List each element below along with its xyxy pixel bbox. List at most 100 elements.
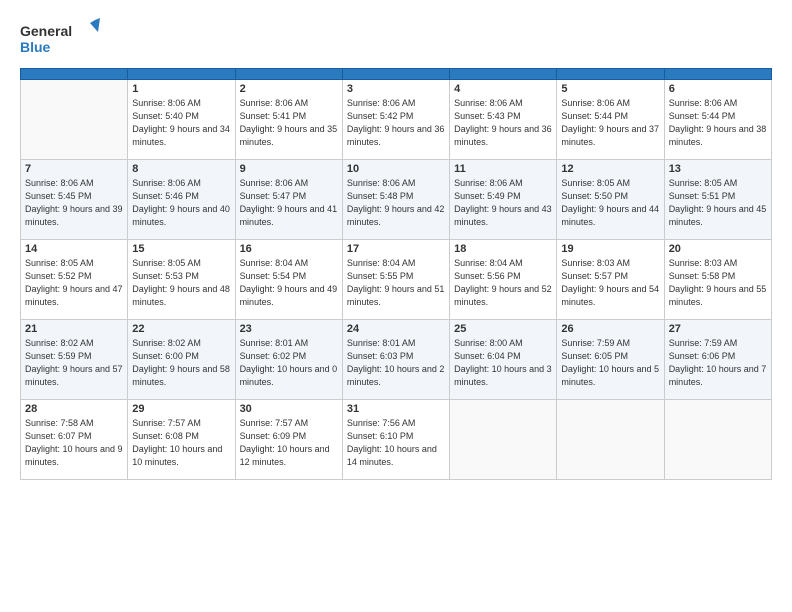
day-number: 17 bbox=[347, 243, 445, 255]
day-info: Sunrise: 8:04 AM Sunset: 5:56 PM Dayligh… bbox=[454, 257, 552, 309]
table-row bbox=[21, 80, 128, 160]
day-number: 14 bbox=[25, 243, 123, 255]
table-row: 9 Sunrise: 8:06 AM Sunset: 5:47 PM Daylig… bbox=[235, 160, 342, 240]
table-row: 12 Sunrise: 8:05 AM Sunset: 5:50 PM Dayli… bbox=[557, 160, 664, 240]
header-wednesday bbox=[342, 69, 449, 80]
table-row: 5 Sunrise: 8:06 AM Sunset: 5:44 PM Daylig… bbox=[557, 80, 664, 160]
logo: General Blue bbox=[20, 18, 100, 58]
day-info: Sunrise: 8:03 AM Sunset: 5:58 PM Dayligh… bbox=[669, 257, 767, 309]
day-number: 8 bbox=[132, 163, 230, 175]
day-number: 29 bbox=[132, 403, 230, 415]
week-row-4: 21 Sunrise: 8:02 AM Sunset: 5:59 PM Dayli… bbox=[21, 320, 772, 400]
weekday-header-row bbox=[21, 69, 772, 80]
header-thursday bbox=[450, 69, 557, 80]
day-number: 1 bbox=[132, 83, 230, 95]
day-number: 28 bbox=[25, 403, 123, 415]
day-info: Sunrise: 8:01 AM Sunset: 6:03 PM Dayligh… bbox=[347, 337, 445, 389]
day-number: 25 bbox=[454, 323, 552, 335]
day-number: 30 bbox=[240, 403, 338, 415]
day-info: Sunrise: 7:57 AM Sunset: 6:09 PM Dayligh… bbox=[240, 417, 338, 469]
table-row: 8 Sunrise: 8:06 AM Sunset: 5:46 PM Daylig… bbox=[128, 160, 235, 240]
table-row: 17 Sunrise: 8:04 AM Sunset: 5:55 PM Dayli… bbox=[342, 240, 449, 320]
day-number: 12 bbox=[561, 163, 659, 175]
page: General Blue 1 Sunrise: 8:06 AM Sunset: 5… bbox=[0, 0, 792, 612]
day-number: 2 bbox=[240, 83, 338, 95]
day-number: 7 bbox=[25, 163, 123, 175]
day-info: Sunrise: 8:06 AM Sunset: 5:44 PM Dayligh… bbox=[669, 97, 767, 149]
table-row: 23 Sunrise: 8:01 AM Sunset: 6:02 PM Dayli… bbox=[235, 320, 342, 400]
day-number: 10 bbox=[347, 163, 445, 175]
day-info: Sunrise: 7:59 AM Sunset: 6:05 PM Dayligh… bbox=[561, 337, 659, 389]
svg-text:General: General bbox=[20, 23, 72, 39]
table-row: 1 Sunrise: 8:06 AM Sunset: 5:40 PM Daylig… bbox=[128, 80, 235, 160]
table-row: 4Sunrise: 8:06 AM Sunset: 5:43 PM Daylig… bbox=[450, 80, 557, 160]
header-saturday bbox=[664, 69, 771, 80]
table-row: 30 Sunrise: 7:57 AM Sunset: 6:09 PM Dayli… bbox=[235, 400, 342, 480]
day-number: 31 bbox=[347, 403, 445, 415]
day-info: Sunrise: 8:06 AM Sunset: 5:43 PM Dayligh… bbox=[454, 97, 552, 149]
day-number: 5 bbox=[561, 83, 659, 95]
day-info: Sunrise: 8:05 AM Sunset: 5:53 PM Dayligh… bbox=[132, 257, 230, 309]
table-row: 19 Sunrise: 8:03 AM Sunset: 5:57 PM Dayli… bbox=[557, 240, 664, 320]
table-row: 13 Sunrise: 8:05 AM Sunset: 5:51 PM Dayli… bbox=[664, 160, 771, 240]
day-info: Sunrise: 7:56 AM Sunset: 6:10 PM Dayligh… bbox=[347, 417, 445, 469]
day-info: Sunrise: 8:05 AM Sunset: 5:50 PM Dayligh… bbox=[561, 177, 659, 229]
day-info: Sunrise: 8:06 AM Sunset: 5:41 PM Dayligh… bbox=[240, 97, 338, 149]
table-row: 22 Sunrise: 8:02 AM Sunset: 6:00 PM Dayli… bbox=[128, 320, 235, 400]
svg-text:Blue: Blue bbox=[20, 39, 51, 55]
day-number: 19 bbox=[561, 243, 659, 255]
table-row: 25Sunrise: 8:00 AM Sunset: 6:04 PM Dayli… bbox=[450, 320, 557, 400]
table-row: 16 Sunrise: 8:04 AM Sunset: 5:54 PM Dayli… bbox=[235, 240, 342, 320]
week-row-5: 28Sunrise: 7:58 AM Sunset: 6:07 PM Dayli… bbox=[21, 400, 772, 480]
day-number: 15 bbox=[132, 243, 230, 255]
day-number: 27 bbox=[669, 323, 767, 335]
day-number: 16 bbox=[240, 243, 338, 255]
day-number: 26 bbox=[561, 323, 659, 335]
day-info: Sunrise: 8:06 AM Sunset: 5:47 PM Dayligh… bbox=[240, 177, 338, 229]
day-info: Sunrise: 8:06 AM Sunset: 5:40 PM Dayligh… bbox=[132, 97, 230, 149]
day-number: 6 bbox=[669, 83, 767, 95]
header-friday bbox=[557, 69, 664, 80]
table-row: 21 Sunrise: 8:02 AM Sunset: 5:59 PM Dayli… bbox=[21, 320, 128, 400]
table-row: 15 Sunrise: 8:05 AM Sunset: 5:53 PM Dayli… bbox=[128, 240, 235, 320]
day-info: Sunrise: 8:01 AM Sunset: 6:02 PM Dayligh… bbox=[240, 337, 338, 389]
day-number: 13 bbox=[669, 163, 767, 175]
week-row-2: 7Sunrise: 8:06 AM Sunset: 5:45 PM Daylig… bbox=[21, 160, 772, 240]
logo-svg: General Blue bbox=[20, 18, 100, 58]
table-row: 20 Sunrise: 8:03 AM Sunset: 5:58 PM Dayli… bbox=[664, 240, 771, 320]
day-number: 18 bbox=[454, 243, 552, 255]
day-number: 9 bbox=[240, 163, 338, 175]
day-info: Sunrise: 8:05 AM Sunset: 5:52 PM Dayligh… bbox=[25, 257, 123, 309]
table-row: 10Sunrise: 8:06 AM Sunset: 5:48 PM Dayli… bbox=[342, 160, 449, 240]
day-info: Sunrise: 8:06 AM Sunset: 5:44 PM Dayligh… bbox=[561, 97, 659, 149]
day-info: Sunrise: 8:04 AM Sunset: 5:55 PM Dayligh… bbox=[347, 257, 445, 309]
day-number: 23 bbox=[240, 323, 338, 335]
day-info: Sunrise: 7:59 AM Sunset: 6:06 PM Dayligh… bbox=[669, 337, 767, 389]
table-row: 18 Sunrise: 8:04 AM Sunset: 5:56 PM Dayli… bbox=[450, 240, 557, 320]
table-row: 27 Sunrise: 7:59 AM Sunset: 6:06 PM Dayli… bbox=[664, 320, 771, 400]
day-info: Sunrise: 7:57 AM Sunset: 6:08 PM Dayligh… bbox=[132, 417, 230, 469]
table-row: 28Sunrise: 7:58 AM Sunset: 6:07 PM Dayli… bbox=[21, 400, 128, 480]
table-row: 3Sunrise: 8:06 AM Sunset: 5:42 PM Daylig… bbox=[342, 80, 449, 160]
table-row: 11Sunrise: 8:06 AM Sunset: 5:49 PM Dayli… bbox=[450, 160, 557, 240]
table-row: 2 Sunrise: 8:06 AM Sunset: 5:41 PM Daylig… bbox=[235, 80, 342, 160]
week-row-1: 1 Sunrise: 8:06 AM Sunset: 5:40 PM Daylig… bbox=[21, 80, 772, 160]
day-info: Sunrise: 8:06 AM Sunset: 5:46 PM Dayligh… bbox=[132, 177, 230, 229]
day-info: Sunrise: 8:02 AM Sunset: 6:00 PM Dayligh… bbox=[132, 337, 230, 389]
day-info: Sunrise: 8:04 AM Sunset: 5:54 PM Dayligh… bbox=[240, 257, 338, 309]
header-tuesday bbox=[235, 69, 342, 80]
header: General Blue bbox=[20, 18, 772, 58]
table-row bbox=[450, 400, 557, 480]
table-row bbox=[664, 400, 771, 480]
day-info: Sunrise: 8:06 AM Sunset: 5:49 PM Dayligh… bbox=[454, 177, 552, 229]
day-number: 21 bbox=[25, 323, 123, 335]
table-row: 6 Sunrise: 8:06 AM Sunset: 5:44 PM Daylig… bbox=[664, 80, 771, 160]
day-number: 20 bbox=[669, 243, 767, 255]
header-monday bbox=[128, 69, 235, 80]
day-number: 3 bbox=[347, 83, 445, 95]
day-info: Sunrise: 8:03 AM Sunset: 5:57 PM Dayligh… bbox=[561, 257, 659, 309]
day-info: Sunrise: 8:02 AM Sunset: 5:59 PM Dayligh… bbox=[25, 337, 123, 389]
day-info: Sunrise: 8:05 AM Sunset: 5:51 PM Dayligh… bbox=[669, 177, 767, 229]
table-row: 29 Sunrise: 7:57 AM Sunset: 6:08 PM Dayli… bbox=[128, 400, 235, 480]
day-number: 22 bbox=[132, 323, 230, 335]
